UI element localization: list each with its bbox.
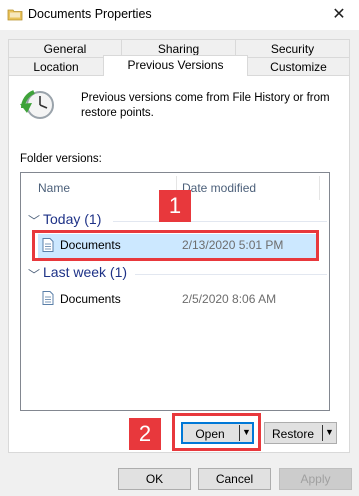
folder-icon (7, 9, 23, 21)
tab-location[interactable]: Location (8, 57, 104, 75)
column-header-name[interactable]: Name (38, 181, 70, 195)
group-header-today[interactable]: Today (1) (43, 211, 101, 227)
column-separator[interactable] (319, 176, 320, 200)
window-title: Documents Properties (28, 7, 152, 21)
info-text: Previous versions come from File History… (81, 92, 330, 119)
group-divider (135, 274, 327, 275)
chevron-down-icon[interactable]: ﹀ (28, 212, 40, 229)
chevron-down-icon[interactable]: ﹀ (28, 266, 40, 283)
column-header-date-modified[interactable]: Date modified (182, 181, 256, 195)
cancel-button[interactable]: Cancel (198, 468, 271, 490)
highlight-box (32, 230, 319, 261)
tab-customize[interactable]: Customize (247, 57, 350, 75)
group-header-last-week[interactable]: Last week (1) (43, 264, 127, 280)
list-item-date: 2/5/2020 8:06 AM (182, 292, 277, 306)
tab-previous-versions[interactable]: Previous Versions (103, 55, 248, 76)
apply-button[interactable]: Apply (279, 468, 352, 490)
callout-badge-1: 1 (159, 190, 191, 222)
group-divider (113, 221, 327, 222)
file-history-icon (20, 90, 54, 119)
close-icon[interactable]: ✕ (328, 4, 350, 26)
dropdown-arrow-icon[interactable]: ▼ (325, 427, 334, 437)
split-divider (322, 425, 323, 441)
tab-security[interactable]: Security (235, 39, 350, 57)
callout-badge-2: 2 (129, 418, 161, 450)
ok-button[interactable]: OK (118, 468, 191, 490)
restore-button[interactable]: Restore ▼ (264, 422, 337, 444)
folder-versions-label: Folder versions: (20, 153, 102, 165)
list-item-name[interactable]: Documents (60, 292, 121, 306)
document-icon (42, 291, 54, 305)
restore-button-label: Restore (271, 427, 315, 441)
highlight-box (172, 413, 261, 451)
